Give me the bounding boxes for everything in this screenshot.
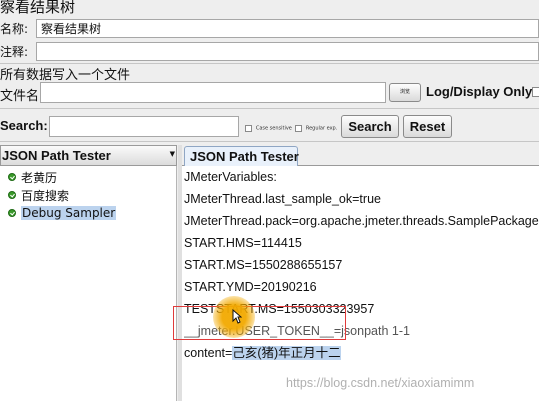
- regex-label: Regular exp.: [305, 125, 338, 132]
- mouse-pointer-icon: [232, 308, 243, 324]
- regex-option[interactable]: Regular exp.: [295, 121, 337, 135]
- result-line: JMeterVariables:: [184, 170, 277, 184]
- tab-json-path-tester[interactable]: JSON Path Tester: [184, 146, 299, 166]
- tree-list: 老黄历 百度搜索 Debug Sampler: [8, 168, 117, 222]
- name-input[interactable]: 察看结果树: [36, 19, 539, 38]
- tree-item-label: 百度搜索: [21, 188, 70, 203]
- tree-item-label: 老黄历: [21, 170, 58, 185]
- log-display-checkbox[interactable]: [532, 87, 539, 97]
- comment-label: 注释:: [0, 45, 29, 59]
- search-button[interactable]: Search: [341, 115, 399, 138]
- tree-item-laohuangli[interactable]: 老黄历: [8, 168, 116, 186]
- file-section-title: 所有数据写入一个文件: [0, 68, 131, 83]
- browse-button[interactable]: 浏览: [389, 83, 421, 102]
- search-label: Search:: [0, 118, 48, 133]
- divider: [0, 108, 539, 109]
- success-icon: [8, 209, 16, 217]
- divider: [0, 141, 539, 142]
- reset-button[interactable]: Reset: [403, 115, 452, 138]
- result-line: START.MS=1550288655157: [184, 258, 343, 272]
- highlight-box: [173, 306, 346, 340]
- comment-input[interactable]: [36, 42, 539, 61]
- result-line: START.HMS=114415: [184, 236, 302, 250]
- result-line: START.YMD=20190216: [184, 280, 317, 294]
- tree-item-label: Debug Sampler: [21, 206, 117, 220]
- chevron-down-icon[interactable]: ▼: [170, 150, 175, 158]
- name-label: 名称:: [0, 22, 29, 36]
- watermark: https://blog.csdn.net/xiaoxiamimm: [286, 376, 475, 390]
- case-sensitive-option[interactable]: Case sensitive: [245, 121, 292, 135]
- log-display-label: Log/Display Only:: [426, 84, 537, 99]
- regex-checkbox[interactable]: [295, 125, 302, 132]
- renderer-selector-label: JSON Path Tester: [2, 148, 111, 163]
- tree-item-baidu-search[interactable]: 百度搜索: [8, 186, 116, 204]
- case-sensitive-label: Case sensitive: [255, 125, 292, 132]
- page-title: 察看结果树: [0, 0, 76, 16]
- search-input[interactable]: [49, 116, 239, 137]
- tree-item-debug-sampler[interactable]: Debug Sampler: [8, 204, 117, 222]
- content-key: content=: [184, 346, 233, 360]
- filename-label: 文件名: [0, 89, 40, 104]
- success-icon: [8, 173, 16, 181]
- result-line: JMeterThread.pack=org.apache.jmeter.thre…: [184, 214, 539, 228]
- tab-label: JSON Path Tester: [190, 149, 299, 164]
- result-line-content: content=己亥(猪)年正月十二: [184, 342, 539, 364]
- result-line: JMeterThread.last_sample_ok=true: [184, 192, 381, 206]
- case-sensitive-checkbox[interactable]: [245, 125, 252, 132]
- content-value: 己亥(猪)年正月十二: [232, 346, 341, 360]
- filename-input[interactable]: [40, 82, 386, 103]
- success-icon: [8, 191, 16, 199]
- renderer-selector[interactable]: JSON Path Tester ▼: [0, 145, 177, 166]
